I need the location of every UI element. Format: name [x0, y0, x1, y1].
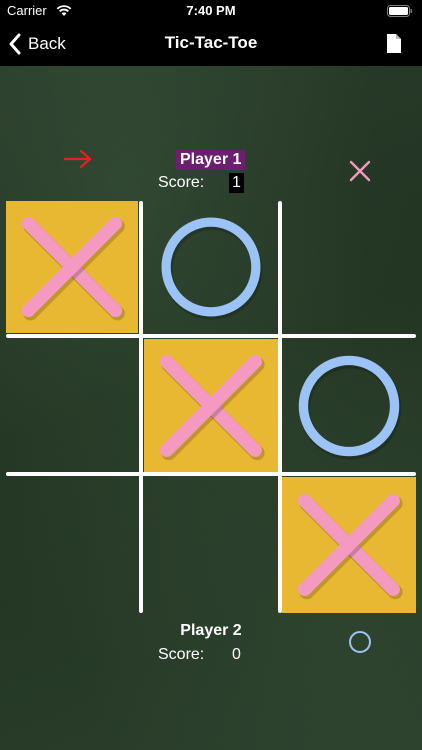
battery-icon — [387, 5, 413, 17]
x-mark-icon — [160, 355, 265, 461]
navigation-bar: Back Tic-Tac-Toe — [0, 22, 422, 66]
player2-o-mark-icon — [349, 631, 371, 653]
turn-arrow-icon — [63, 149, 92, 169]
player1-name: Player 1 — [176, 150, 246, 170]
grid-line-vertical-1 — [139, 201, 143, 613]
player1-score-label: Score: — [158, 174, 205, 191]
board-cell-3-1[interactable] — [6, 477, 138, 613]
board-cell-1-2[interactable] — [144, 201, 278, 333]
o-mark-icon — [298, 355, 402, 460]
board-cell-3-3[interactable] — [282, 477, 416, 613]
player2-score-label: Score: — [158, 646, 205, 663]
game-grid — [6, 201, 416, 613]
status-bar: Carrier 7:40 PM — [0, 0, 422, 22]
x-mark-icon — [298, 494, 403, 600]
game-board-area: Player 1 Score: 1 Player 2 Score: 0 — [0, 66, 422, 750]
grid-line-horizontal-2 — [6, 472, 416, 476]
board-cell-2-1[interactable] — [6, 339, 138, 473]
player1-x-mark-icon — [349, 160, 371, 182]
x-mark-icon — [21, 216, 125, 321]
grid-line-vertical-2 — [278, 201, 282, 613]
board-cell-2-2[interactable] — [144, 339, 278, 473]
board-cell-1-1[interactable] — [6, 201, 138, 333]
clock: 7:40 PM — [186, 3, 236, 18]
player1-score: 1 — [229, 173, 244, 193]
page-title: Tic-Tac-Toe — [164, 33, 258, 52]
board-cell-2-3[interactable] — [282, 339, 416, 473]
board-cell-1-3[interactable] — [282, 201, 416, 333]
document-icon[interactable] — [386, 33, 402, 54]
player2-score: 0 — [232, 646, 241, 663]
o-mark-icon — [161, 217, 263, 320]
board-cell-3-2[interactable] — [144, 477, 278, 613]
grid-line-horizontal-1 — [6, 334, 416, 338]
